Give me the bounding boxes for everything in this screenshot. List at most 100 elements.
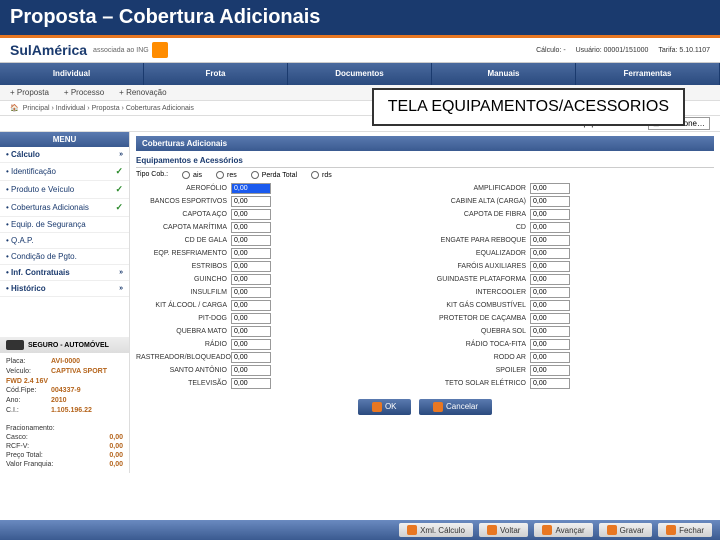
equip-value-input[interactable]: 0,00	[530, 196, 570, 207]
check-icon: ✓	[115, 166, 123, 177]
equip-name: PROTETOR DE CAÇAMBA	[435, 315, 530, 322]
equip-item: GUINDASTE PLATAFORMA0,00	[435, 274, 714, 285]
equip-item: RODO AR0,00	[435, 352, 714, 363]
equip-value-input[interactable]: 0,00	[530, 209, 570, 220]
equip-item: PIT-DOG0,00	[136, 313, 415, 324]
equip-value-input[interactable]: 0,00	[530, 261, 570, 272]
equip-value-input[interactable]: 0,00	[231, 222, 271, 233]
equip-value-input[interactable]: 0,00	[231, 352, 271, 363]
menu-item[interactable]: • Equip. de Segurança	[0, 217, 129, 233]
subnav-item[interactable]: + Proposta	[10, 88, 49, 97]
equip-value-input[interactable]: 0,00	[530, 248, 570, 259]
equip-value-input[interactable]: 0,00	[231, 248, 271, 259]
logo-row: SulAmérica associada ao ING Cálculo: - U…	[0, 38, 720, 63]
equip-value-input[interactable]: 0,00	[530, 222, 570, 233]
equip-value-input[interactable]: 0,00	[231, 183, 271, 194]
equip-value-input[interactable]: 0,00	[231, 365, 271, 376]
subnav-item[interactable]: + Processo	[64, 88, 104, 97]
equip-value-input[interactable]: 0,00	[231, 196, 271, 207]
cancel-button[interactable]: Cancelar	[419, 399, 492, 415]
bottom-button[interactable]: Avançar	[534, 523, 592, 537]
calc-info: Cálculo: -	[536, 47, 566, 54]
bottom-button[interactable]: Fechar	[658, 523, 712, 537]
equip-col-right: AMPLIFICADOR0,00CABINE ALTA (CARGA)0,00C…	[435, 183, 714, 391]
breadcrumb-text: Principal › Individual › Proposta › Cobe…	[23, 105, 194, 112]
ing-badge-icon	[152, 42, 168, 58]
content: Coberturas Adicionais Equipamentos e Ace…	[130, 132, 720, 473]
equip-value-input[interactable]: 0,00	[530, 365, 570, 376]
equip-item: SPOILER0,00	[435, 365, 714, 376]
equip-value-input[interactable]: 0,00	[530, 352, 570, 363]
bottom-button[interactable]: Gravar	[599, 523, 652, 537]
equip-value-input[interactable]: 0,00	[530, 287, 570, 298]
equip-name: CAPOTA DE FIBRA	[435, 211, 530, 218]
equip-value-input[interactable]: 0,00	[231, 300, 271, 311]
equip-item: INSULFILM0,00	[136, 287, 415, 298]
menu-item[interactable]: • Inf. Contratuais»	[0, 265, 129, 281]
equip-value-input[interactable]: 0,00	[530, 300, 570, 311]
logo-sub: associada ao ING	[93, 47, 149, 54]
equip-name: QUEBRA MATO	[136, 328, 231, 335]
menu-item[interactable]: • Histórico»	[0, 281, 129, 297]
equip-item: CABINE ALTA (CARGA)0,00	[435, 196, 714, 207]
equip-value-input[interactable]: 0,00	[231, 235, 271, 246]
tab-frota[interactable]: Frota	[144, 63, 288, 85]
equip-name: FARÓIS AUXILIARES	[435, 263, 530, 270]
equip-name: ESTRIBOS	[136, 263, 231, 270]
radio-icon	[251, 171, 259, 179]
equip-item: RASTREADOR/BLOQUEADOR0,00	[136, 352, 415, 363]
tab-ferramentas[interactable]: Ferramentas	[576, 63, 720, 85]
seguro-header: SEGURO - AUTOMÓVEL	[0, 337, 129, 353]
chevron-icon: »	[119, 285, 123, 292]
tab-documentos[interactable]: Documentos	[288, 63, 432, 85]
equip-value-input[interactable]: 0,00	[530, 378, 570, 389]
equip-value-input[interactable]: 0,00	[231, 209, 271, 220]
top-info: Cálculo: - Usuário: 00001/151000 Tarifa:…	[528, 47, 710, 54]
equip-name: AMPLIFICADOR	[435, 185, 530, 192]
tab-manuais[interactable]: Manuais	[432, 63, 576, 85]
equip-name: KIT ÁLCOOL / CARGA	[136, 302, 231, 309]
equip-name: GUINCHO	[136, 276, 231, 283]
menu-item[interactable]: • Cálculo»	[0, 147, 129, 163]
equip-value-input[interactable]: 0,00	[231, 339, 271, 350]
seguro-info: Placa:AVI-0000 Veículo:CAPTIVA SPORT FWD…	[0, 353, 129, 420]
equip-value-input[interactable]: 0,00	[231, 378, 271, 389]
equip-value-input[interactable]: 0,00	[530, 326, 570, 337]
tab-individual[interactable]: Individual	[0, 63, 144, 85]
equip-value-input[interactable]: 0,00	[231, 274, 271, 285]
equip-value-input[interactable]: 0,00	[530, 313, 570, 324]
equip-item: CD DE GALA0,00	[136, 235, 415, 246]
equip-name: KIT GÁS COMBUSTÍVEL	[435, 302, 530, 309]
bottom-button[interactable]: Xml. Cálculo	[399, 523, 473, 537]
menu-item[interactable]: • Q.A.P.	[0, 233, 129, 249]
menu-item[interactable]: • Produto e Veículo✓	[0, 181, 129, 199]
equip-item: KIT GÁS COMBUSTÍVEL0,00	[435, 300, 714, 311]
subnav-item[interactable]: + Renovação	[119, 88, 166, 97]
menu-item[interactable]: • Condição de Pgto.	[0, 249, 129, 265]
nav-tabs: IndividualFrotaDocumentosManuaisFerramen…	[0, 63, 720, 85]
equip-value-input[interactable]: 0,00	[530, 183, 570, 194]
menu-item[interactable]: • Identificação✓	[0, 163, 129, 181]
home-icon[interactable]: 🏠	[10, 104, 19, 112]
equip-value-input[interactable]: 0,00	[530, 274, 570, 285]
equip-value-input[interactable]: 0,00	[530, 339, 570, 350]
tipo-option[interactable]: ais	[182, 171, 202, 179]
equip-grid: AEROFÓLIO0,00BANCOS ESPORTIVOS0,00CAPOTA…	[136, 183, 714, 391]
equip-name: SPOILER	[435, 367, 530, 374]
bottom-button[interactable]: Voltar	[479, 523, 528, 537]
button-icon	[607, 525, 617, 535]
equip-value-input[interactable]: 0,00	[530, 235, 570, 246]
tipo-option[interactable]: Perda Total	[251, 171, 297, 179]
equip-value-input[interactable]: 0,00	[231, 261, 271, 272]
equip-name: EQUALIZADOR	[435, 250, 530, 257]
equip-value-input[interactable]: 0,00	[231, 326, 271, 337]
ok-button[interactable]: OK	[358, 399, 411, 415]
equip-name: AEROFÓLIO	[136, 185, 231, 192]
equip-value-input[interactable]: 0,00	[231, 287, 271, 298]
equip-value-input[interactable]: 0,00	[231, 313, 271, 324]
tipo-option[interactable]: res	[216, 171, 237, 179]
chevron-icon: »	[119, 151, 123, 158]
menu-item[interactable]: • Coberturas Adicionais✓	[0, 199, 129, 217]
equip-name: CAPOTA MARÍTIMA	[136, 224, 231, 231]
tipo-option[interactable]: rds	[311, 171, 332, 179]
